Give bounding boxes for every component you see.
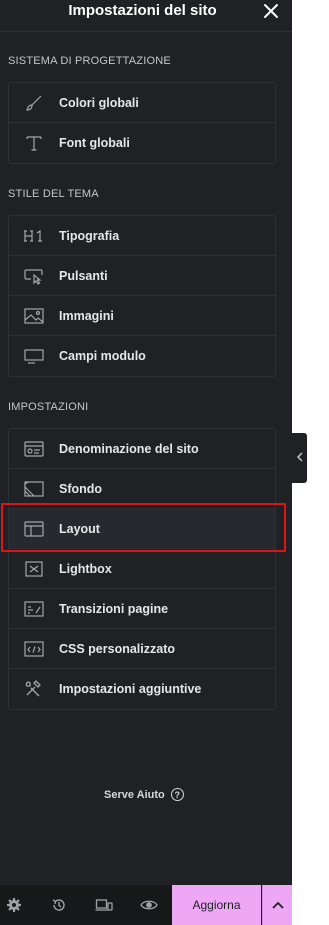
- page-transitions-icon: [23, 599, 45, 619]
- image-icon: [23, 306, 45, 326]
- menu-item-site-identity[interactable]: Denominazione del sito: [9, 429, 275, 469]
- menu-item-label: Font globali: [59, 136, 130, 150]
- menu-item-layout[interactable]: Layout: [9, 509, 275, 549]
- menu-item-page-transitions[interactable]: Transizioni pagine: [9, 589, 275, 629]
- menu-item-label: Campi modulo: [59, 349, 146, 363]
- menu-item-label: Tipografia: [59, 228, 120, 243]
- menu-item-label: Immagini: [59, 308, 114, 323]
- layout-icon: [23, 519, 45, 539]
- menu-item-label: Lightbox: [59, 561, 112, 576]
- menu-item-custom-css[interactable]: CSS personalizzato: [9, 629, 275, 669]
- publish-options-button[interactable]: [262, 885, 292, 925]
- section-label-settings: Impostazioni: [8, 401, 89, 413]
- chevron-up-icon: [271, 896, 284, 914]
- menu-item-background[interactable]: Sfondo: [9, 469, 275, 509]
- lightbox-icon: [23, 559, 45, 579]
- menu-item-lightbox[interactable]: Lightbox: [9, 549, 275, 589]
- site-identity-icon: [23, 439, 45, 459]
- history-icon[interactable]: [48, 895, 70, 915]
- responsive-icon[interactable]: [93, 895, 115, 915]
- menu-item-global-fonts[interactable]: Font globali: [9, 123, 275, 163]
- help-link[interactable]: Serve Aiuto ?: [104, 788, 184, 801]
- collapse-panel-tab[interactable]: [292, 433, 307, 483]
- header-divider: [0, 31, 292, 32]
- site-settings-panel: Impostazioni del sito Sistema di progett…: [0, 0, 292, 925]
- menu-item-label: Colori globali: [59, 95, 139, 110]
- menu-item-additional-settings[interactable]: Impostazioni aggiuntive: [9, 669, 275, 709]
- menu-item-global-colors[interactable]: Colori globali: [9, 83, 275, 123]
- settings-icon[interactable]: [3, 895, 25, 915]
- help-label: Serve Aiuto: [104, 788, 165, 801]
- menu-item-label: Denominazione del sito: [59, 441, 199, 456]
- settings-group: Denominazione del sito Sfondo Layout Lig…: [8, 428, 276, 710]
- background-icon: [23, 479, 45, 499]
- menu-item-typography[interactable]: Tipografia: [9, 216, 275, 256]
- panel-header: Impostazioni del sito: [0, 0, 292, 32]
- preview-icon[interactable]: [138, 895, 160, 915]
- menu-item-form-fields[interactable]: Campi modulo: [9, 336, 275, 376]
- design-system-group: Colori globali Font globali: [8, 82, 276, 164]
- menu-item-buttons[interactable]: Pulsanti: [9, 256, 275, 296]
- menu-item-label: Sfondo: [59, 481, 103, 496]
- question-icon: ?: [170, 788, 184, 801]
- menu-item-label: Pulsanti: [59, 268, 108, 283]
- menu-item-images[interactable]: Immagini: [9, 296, 275, 336]
- close-icon[interactable]: [262, 2, 282, 22]
- menu-item-label: CSS personalizzato: [59, 641, 175, 656]
- heading-icon: [23, 226, 45, 246]
- menu-item-label: Layout: [59, 521, 100, 536]
- publish-button[interactable]: Aggiorna: [172, 885, 261, 925]
- chevron-left-icon: [296, 449, 303, 467]
- section-label-theme-style: Stile del tema: [8, 188, 99, 200]
- section-label-design-system: Sistema di progettazione: [8, 55, 171, 67]
- button-pointer-icon: [23, 266, 45, 286]
- font-icon: [23, 133, 45, 153]
- brush-icon: [23, 93, 45, 113]
- form-field-icon: [23, 346, 45, 366]
- menu-item-label: Transizioni pagine: [59, 601, 169, 616]
- menu-item-label: Impostazioni aggiuntive: [59, 682, 202, 696]
- panel-title: Impostazioni del sito: [68, 2, 217, 19]
- code-icon: [23, 639, 45, 659]
- publish-button-label: Aggiorna: [192, 898, 241, 912]
- tools-icon: [23, 679, 45, 699]
- theme-style-group: Tipografia Pulsanti Immagini Campi modul…: [8, 215, 276, 377]
